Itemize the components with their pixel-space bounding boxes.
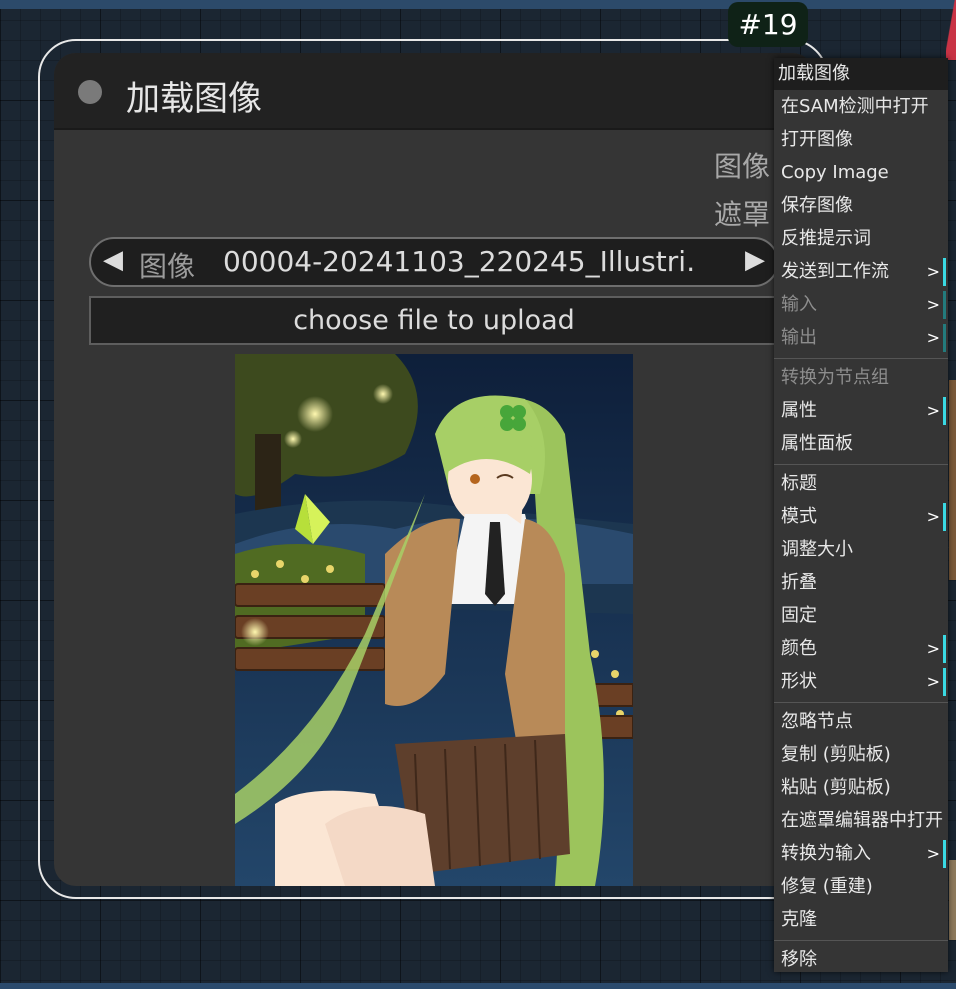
submenu-arrow-icon: >: [926, 844, 940, 863]
node-collapse-dot[interactable]: [78, 80, 102, 104]
menu-separator: [774, 464, 948, 465]
submenu-indicator: [943, 397, 946, 425]
anime-girl-illustration: [235, 354, 633, 886]
submenu-indicator: [943, 635, 946, 663]
menu-item[interactable]: 移除: [774, 944, 948, 976]
menu-item-label: 克隆: [781, 909, 817, 930]
menu-item[interactable]: 属性面板: [774, 428, 948, 460]
submenu-arrow-icon: >: [926, 507, 940, 526]
combo-next-arrow-icon[interactable]: ▶: [745, 245, 765, 275]
menu-item[interactable]: Copy Image: [774, 157, 948, 189]
menu-item[interactable]: 颜色 >: [774, 633, 948, 665]
menu-item-label: 固定: [781, 605, 817, 626]
menu-item-label: 保存图像: [781, 195, 853, 216]
combo-prev-arrow-icon[interactable]: ◀: [103, 245, 123, 275]
submenu-indicator: [943, 503, 946, 531]
combo-value[interactable]: 00004-20241103_220245_Illustri…: [223, 245, 698, 278]
menu-item[interactable]: 忽略节点: [774, 706, 948, 738]
menu-item[interactable]: 模式 >: [774, 501, 948, 533]
node-id-badge: #19: [728, 2, 808, 47]
context-menu[interactable]: 加载图像在SAM检测中打开 打开图像 Copy Image 保存图像反推提示词发送到工…: [774, 58, 948, 972]
menu-item[interactable]: 在SAM检测中打开: [774, 91, 948, 123]
menu-item[interactable]: 折叠: [774, 567, 948, 599]
menu-item-label: 加载图像: [778, 63, 850, 84]
image-combo-widget[interactable]: ◀ 图像 00004-20241103_220245_Illustri… ▶: [89, 237, 779, 287]
canvas-bottom-bar: [0, 983, 956, 989]
output-mask-label: 遮罩: [713, 198, 770, 231]
menu-item-label: 输出: [781, 327, 817, 348]
menu-item-label: 颜色: [781, 638, 817, 659]
menu-item[interactable]: 粘贴 (剪贴板): [774, 772, 948, 804]
menu-item-label: 移除: [781, 949, 817, 970]
submenu-arrow-icon: >: [926, 639, 940, 658]
menu-item[interactable]: 属性 >: [774, 395, 948, 427]
menu-item: 输入 >: [774, 289, 948, 321]
menu-item-label: 标题: [781, 473, 817, 494]
menu-item[interactable]: 修复 (重建): [774, 871, 948, 903]
menu-separator: [774, 940, 948, 941]
menu-item-label: 反推提示词: [781, 228, 871, 249]
menu-item[interactable]: 反推提示词: [774, 223, 948, 255]
menu-item-label: 折叠: [781, 572, 817, 593]
menu-item-label: 输入: [781, 294, 817, 315]
menu-item[interactable]: 保存图像: [774, 190, 948, 222]
menu-item[interactable]: 发送到工作流 >: [774, 256, 948, 288]
menu-item[interactable]: 复制 (剪贴板): [774, 739, 948, 771]
menu-item-label: 转换为节点组: [781, 367, 889, 388]
menu-item[interactable]: 在遮罩编辑器中打开: [774, 805, 948, 837]
canvas-top-bar: [0, 0, 956, 9]
submenu-indicator: [943, 668, 946, 696]
submenu-indicator: [943, 291, 946, 319]
menu-item-label: 属性: [781, 400, 817, 421]
menu-item[interactable]: 打开图像: [774, 124, 948, 156]
menu-item-label: 粘贴 (剪贴板): [781, 777, 891, 798]
node-header[interactable]: 加载图像: [54, 53, 814, 130]
menu-item: 加载图像: [774, 58, 948, 90]
menu-item-label: 修复 (重建): [781, 876, 873, 897]
menu-item-label: 在SAM检测中打开: [781, 96, 929, 117]
submenu-indicator: [943, 840, 946, 868]
menu-separator: [774, 358, 948, 359]
menu-item-label: 忽略节点: [781, 711, 853, 732]
menu-item[interactable]: 形状 >: [774, 666, 948, 698]
node-title: 加载图像: [126, 79, 262, 119]
load-image-node[interactable]: 加载图像 图像 遮罩 ◀ 图像 00004-20241103_220245_Il…: [54, 53, 814, 886]
menu-item-label: 调整大小: [781, 539, 853, 560]
menu-item-label: 在遮罩编辑器中打开: [781, 810, 943, 831]
menu-item: 转换为节点组: [774, 362, 948, 394]
menu-item-label: Copy Image: [781, 162, 889, 183]
submenu-arrow-icon: >: [926, 328, 940, 347]
menu-item-label: 复制 (剪贴板): [781, 744, 891, 765]
menu-item-label: 属性面板: [781, 433, 853, 454]
menu-item[interactable]: 转换为输入 >: [774, 838, 948, 870]
adjacent-node-edge: [946, 0, 956, 60]
behind-node-image: [949, 860, 956, 940]
output-image-label: 图像: [713, 150, 770, 183]
menu-item[interactable]: 调整大小: [774, 534, 948, 566]
image-preview: [235, 354, 633, 886]
submenu-indicator: [943, 258, 946, 286]
menu-separator: [774, 702, 948, 703]
submenu-arrow-icon: >: [926, 672, 940, 691]
menu-item: 输出 >: [774, 322, 948, 354]
menu-item-label: 形状: [781, 671, 817, 692]
menu-item-label: 打开图像: [781, 129, 853, 150]
submenu-arrow-icon: >: [926, 401, 940, 420]
menu-item-label: 转换为输入: [781, 843, 871, 864]
menu-item[interactable]: 标题: [774, 468, 948, 500]
menu-item[interactable]: 固定: [774, 600, 948, 632]
menu-item-label: 模式: [781, 506, 817, 527]
submenu-arrow-icon: >: [926, 262, 940, 281]
menu-item[interactable]: 克隆: [774, 904, 948, 936]
combo-label: 图像: [139, 250, 196, 283]
upload-button[interactable]: choose file to upload: [89, 296, 779, 345]
submenu-indicator: [943, 324, 946, 352]
behind-node-image: [949, 380, 956, 580]
menu-item-label: 发送到工作流: [781, 261, 889, 282]
submenu-arrow-icon: >: [926, 295, 940, 314]
